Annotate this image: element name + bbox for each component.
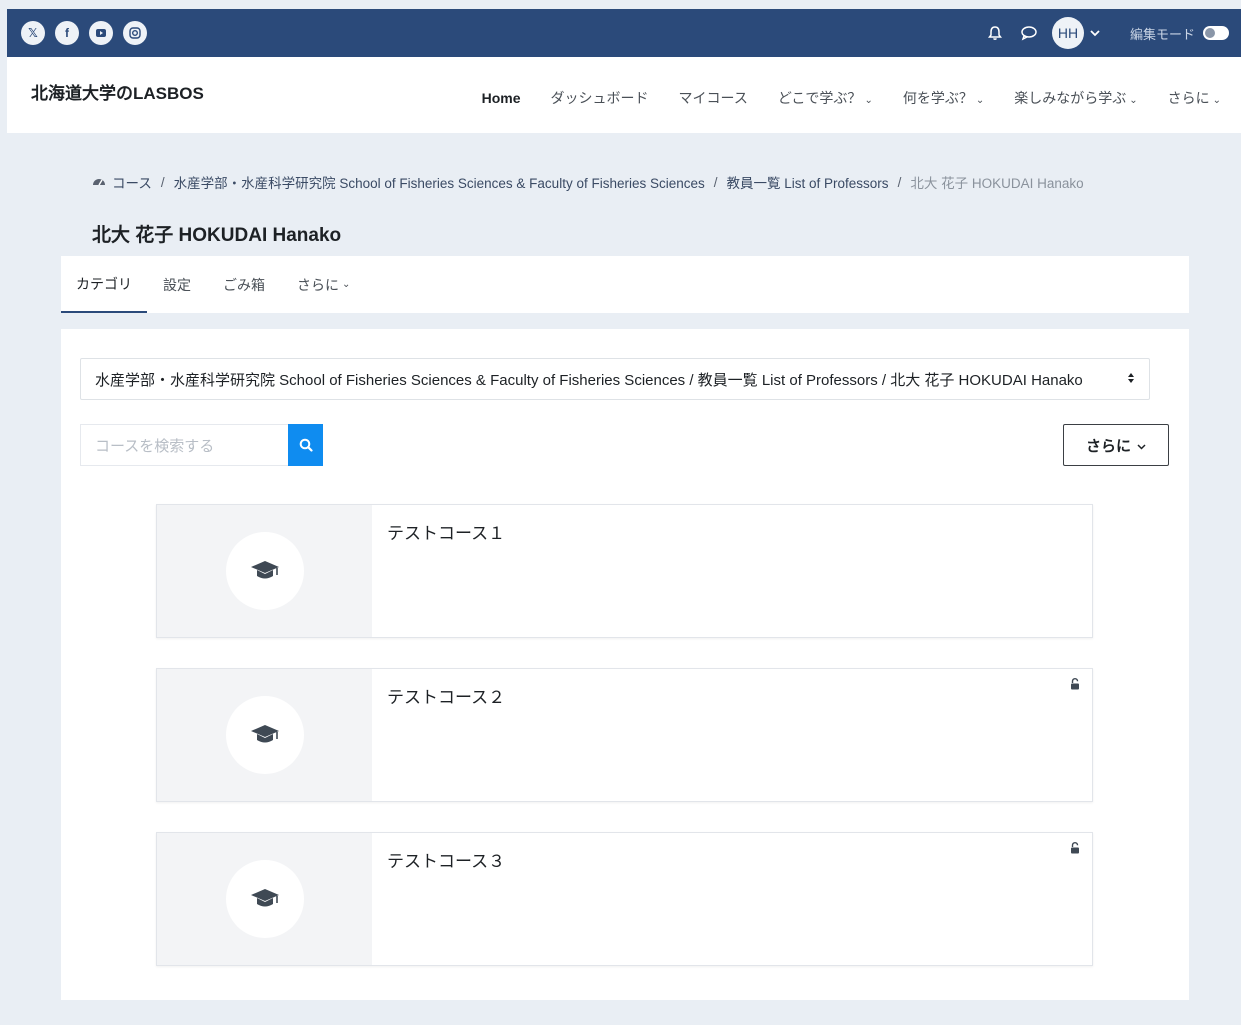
social-links: 𝕏 f [21, 21, 147, 45]
course-icon-circle [225, 532, 304, 610]
edit-mode-toggle[interactable]: 編集モード [1130, 24, 1229, 43]
course-search: コースを検索する [80, 424, 323, 466]
graduation-cap-icon [250, 889, 279, 907]
chevron-down-icon: ⌄ [864, 95, 873, 106]
tab-more-dropdown[interactable]: さらに ⌄ [281, 256, 366, 313]
tab-more-label: さらに [297, 276, 339, 293]
search-icon [299, 438, 313, 452]
main-navbar: 北海道大学のLASBOS Home ダッシュボード マイコース どこで学ぶ？ ⌄ … [7, 57, 1241, 133]
nav-mycourses[interactable]: マイコース [679, 88, 748, 108]
category-select[interactable]: 水産学部・水産科学研究院 School of Fisheries Science… [80, 358, 1150, 400]
youtube-icon[interactable] [89, 21, 113, 45]
course-card[interactable]: テストコース２ [156, 668, 1093, 802]
chevron-down-icon: ⌄ [1129, 95, 1138, 106]
bell-icon[interactable] [984, 22, 1006, 44]
facebook-icon[interactable]: f [55, 21, 79, 45]
edit-mode-label: 編集モード [1129, 26, 1195, 42]
tab-settings[interactable]: 設定 [147, 256, 207, 313]
course-body: テストコース３ [372, 833, 1092, 965]
nav-where-label: どこで学ぶ？ [777, 90, 862, 106]
graduation-cap-icon [250, 725, 279, 743]
course-body: テストコース２ [372, 669, 1092, 801]
avatar[interactable]: HH [1051, 17, 1084, 49]
breadcrumb-separator: / [897, 174, 902, 190]
unlock-icon [1070, 841, 1080, 859]
secondary-nav: カテゴリ 設定 ごみ箱 さらに ⌄ [61, 256, 1189, 313]
graduation-cap-icon [250, 561, 279, 579]
breadcrumb-separator: / [160, 174, 165, 190]
top-bar: 𝕏 f HH 編集モード [7, 9, 1241, 57]
nav-where-dropdown[interactable]: どこで学ぶ？ ⌄ [778, 88, 873, 108]
chevron-down-icon: ⌄ [1212, 95, 1221, 106]
chevron-down-icon: ⌄ [975, 95, 985, 106]
nav-what-label: 何を学ぶ？ [902, 90, 973, 106]
dashboard-icon [92, 175, 106, 190]
message-icon[interactable] [1018, 22, 1040, 44]
course-image [157, 833, 372, 965]
nav-fun-label: 楽しみながら学ぶ [1014, 90, 1127, 106]
course-image [157, 669, 372, 801]
course-icon-circle [225, 696, 304, 774]
category-select-value: 水産学部・水産科学研究院 School of Fisheries Science… [95, 371, 1083, 389]
page-title: 北大 花子 HOKUDAI Hanako [92, 225, 342, 246]
more-actions-button[interactable]: さらに [1063, 424, 1169, 466]
course-name[interactable]: テストコース２ [387, 683, 1077, 708]
nav-dashboard[interactable]: ダッシュボード [551, 88, 649, 108]
site-brand[interactable]: 北海道大学のLASBOS [31, 79, 204, 104]
course-icon-circle [225, 860, 304, 938]
breadcrumb-courses[interactable]: コース [112, 172, 152, 192]
primary-nav: Home ダッシュボード マイコース どこで学ぶ？ ⌄ 何を学ぶ？ ⌄ 楽しみながら… [482, 88, 1221, 108]
nav-more-label: さらに [1167, 90, 1210, 106]
course-image [157, 505, 372, 637]
more-actions-label: さらに [1085, 437, 1131, 455]
breadcrumb-professors[interactable]: 教員一覧 List of Professors [727, 172, 889, 192]
chevron-down-icon[interactable] [1090, 24, 1100, 42]
category-content: 水産学部・水産科学研究院 School of Fisheries Science… [61, 329, 1189, 1000]
course-name[interactable]: テストコース１ [387, 519, 1077, 544]
instagram-icon[interactable] [123, 21, 147, 45]
nav-more-dropdown[interactable]: さらに ⌄ [1168, 88, 1221, 108]
sort-arrows-icon [1127, 371, 1135, 388]
breadcrumb: コース / 水産学部・水産科学研究院 School of Fisheries S… [92, 172, 1084, 192]
nav-what-dropdown[interactable]: 何を学ぶ？ ⌄ [903, 88, 984, 108]
course-card[interactable]: テストコース１ [156, 504, 1093, 638]
tab-category[interactable]: カテゴリ [61, 256, 147, 313]
nav-home[interactable]: Home [482, 90, 521, 106]
tab-trash[interactable]: ごみ箱 [207, 256, 281, 313]
breadcrumb-current: 北大 花子 HOKUDAI Hanako [910, 176, 1084, 191]
chevron-down-icon: ⌄ [342, 279, 351, 290]
course-card[interactable]: テストコース３ [156, 832, 1093, 966]
chevron-down-icon [1137, 437, 1146, 454]
unlock-icon [1070, 677, 1080, 695]
nav-fun-dropdown[interactable]: 楽しみながら学ぶ ⌄ [1014, 88, 1137, 108]
search-input[interactable]: コースを検索する [80, 424, 288, 466]
user-controls: HH 編集モード [984, 17, 1229, 49]
search-button[interactable] [288, 424, 323, 466]
toggle-switch[interactable] [1203, 26, 1229, 40]
breadcrumb-faculty[interactable]: 水産学部・水産科学研究院 School of Fisheries Science… [174, 172, 705, 192]
course-name[interactable]: テストコース３ [387, 847, 1077, 872]
x-icon[interactable]: 𝕏 [21, 21, 45, 45]
breadcrumb-separator: / [713, 174, 718, 190]
course-body: テストコース１ [372, 505, 1092, 637]
